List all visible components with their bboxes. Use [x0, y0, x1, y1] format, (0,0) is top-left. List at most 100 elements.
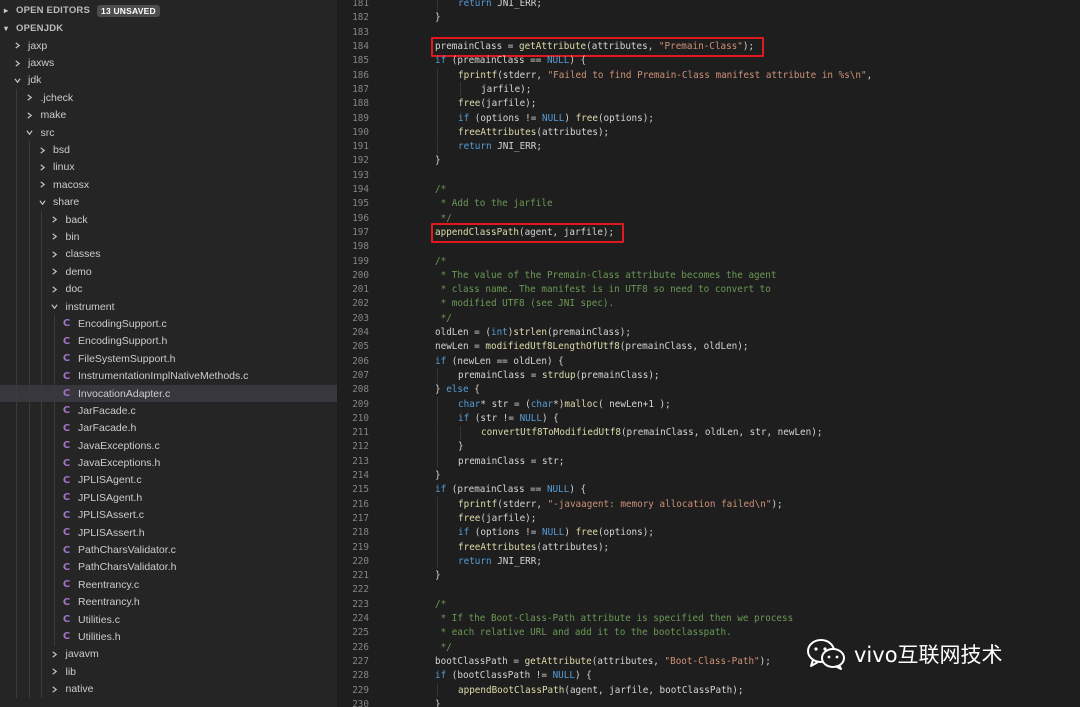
code-line[interactable]: 221}	[338, 569, 1080, 583]
folder-item[interactable]: jdk	[0, 72, 337, 89]
file-item[interactable]: C EncodingSupport.c	[0, 315, 337, 333]
folder-item[interactable]: .jcheck	[0, 89, 337, 107]
file-item[interactable]: C EncodingSupport.h	[0, 332, 337, 351]
code-line[interactable]: 200 * The value of the Premain-Class att…	[338, 268, 1080, 282]
code-line[interactable]: 203 */	[338, 311, 1080, 325]
file-item[interactable]: C Reentrancy.c	[0, 576, 337, 594]
code-line[interactable]: 213 premainClass = str;	[338, 454, 1080, 469]
folder-item[interactable]: share	[0, 193, 337, 211]
indent-guide	[28, 663, 30, 681]
code-line[interactable]: 222	[338, 583, 1080, 597]
file-item[interactable]: C PathCharsValidator.h	[0, 558, 337, 577]
file-item[interactable]: C InstrumentationImplNativeMethods.c	[0, 367, 337, 385]
folder-item[interactable]: src	[0, 123, 337, 142]
code-token: if	[435, 355, 447, 367]
indent-guide	[437, 539, 438, 555]
folder-item[interactable]: lib	[0, 663, 337, 681]
code-line[interactable]: 224 * If the Boot-Class-Path attribute i…	[338, 611, 1080, 625]
code-text: } else {	[435, 384, 480, 395]
code-line[interactable]: 219 freeAttributes(attributes);	[338, 539, 1080, 555]
code-line[interactable]: 228 if (bootClassPath != NULL) {	[338, 669, 1080, 683]
folder-item[interactable]: doc	[0, 280, 337, 298]
folder-item[interactable]: classes	[0, 245, 337, 264]
code-line[interactable]: 187 jarfile);	[338, 82, 1080, 97]
code-line[interactable]: 195 * Add to the jarfile	[338, 197, 1080, 211]
code-line[interactable]: 223 /*	[338, 597, 1080, 611]
code-line[interactable]: 220 return JNI_ERR;	[338, 554, 1080, 569]
folder-item[interactable]: back	[0, 210, 337, 229]
folder-item[interactable]: native	[0, 680, 337, 698]
code-text: /*	[435, 599, 446, 610]
file-item[interactable]: C JPLISAssert.h	[0, 523, 337, 542]
folder-item[interactable]: linux	[0, 158, 337, 177]
file-item[interactable]: C JPLISAssert.c	[0, 506, 337, 524]
code-line[interactable]: 207 premainClass = strdup(premainClass);	[338, 368, 1080, 383]
code-line[interactable]: 182}	[338, 11, 1080, 25]
code-line[interactable]: 215 if (premainClass == NULL) {	[338, 483, 1080, 497]
indent-guide	[41, 628, 42, 646]
file-item[interactable]: C JavaExceptions.h	[0, 454, 337, 472]
code-line[interactable]: 229 appendBootClassPath(agent, jarfile, b…	[338, 682, 1080, 698]
code-token: ) {	[569, 484, 587, 496]
folder-item[interactable]: bin	[0, 228, 337, 246]
code-line[interactable]: 206 if (newLen == oldLen) {	[338, 354, 1080, 368]
indent-guide	[28, 245, 30, 264]
code-line[interactable]: 202 * modified UTF8 (see JNI spec).	[338, 297, 1080, 311]
code-line[interactable]: 214}	[338, 468, 1080, 482]
code-line[interactable]: 190 freeAttributes(attributes);	[338, 125, 1080, 140]
file-item[interactable]: C InvocationAdapter.c	[0, 384, 337, 403]
code-token: {	[468, 384, 480, 396]
indent-guide	[41, 350, 42, 368]
code-line[interactable]: 205 newLen = modifiedUtf8LengthOfUtf8(pre…	[338, 340, 1080, 354]
code-line[interactable]: 208} else {	[338, 383, 1080, 397]
project-header[interactable]: ▾ OPENJDK	[0, 20, 337, 38]
code-line[interactable]: 216 fprintf(stderr, "-javaagent: memory a…	[338, 497, 1080, 512]
code-token: (attributes,	[591, 655, 665, 667]
file-item[interactable]: C FileSystemSupport.h	[0, 350, 337, 368]
folder-item[interactable]: macosx	[0, 176, 337, 194]
indent-guide	[16, 297, 17, 316]
file-item[interactable]: C Reentrancy.h	[0, 593, 337, 611]
code-line[interactable]: 210 if (str != NULL) {	[338, 411, 1080, 426]
code-line[interactable]: 209 char* str = (char*)malloc( newLen+1 )…	[338, 396, 1080, 412]
file-item[interactable]: C JPLISAgent.h	[0, 489, 337, 507]
folder-item[interactable]: instrument	[0, 297, 337, 316]
code-line[interactable]: 186 fprintf(stderr, "Failed to find Prema…	[338, 68, 1080, 83]
code-line[interactable]: 194 /*	[338, 182, 1080, 196]
file-item[interactable]: C JavaExceptions.c	[0, 436, 337, 455]
code-line[interactable]: 217 free(jarfile);	[338, 511, 1080, 526]
code-line[interactable]: 212}	[338, 439, 1080, 455]
folder-item[interactable]: bsd	[0, 141, 337, 159]
indent-guide	[28, 193, 30, 211]
code-token: )	[564, 112, 576, 124]
code-editor[interactable]: 181 return JNI_ERR; 182} 183 184 premainClass…	[338, 0, 1080, 707]
file-item[interactable]: C PathCharsValidator.c	[0, 541, 337, 559]
code-line[interactable]: 193	[338, 168, 1080, 182]
file-item[interactable]: C JarFacade.h	[0, 419, 337, 437]
indent-guide	[28, 506, 30, 524]
folder-item[interactable]: jaxp	[0, 37, 337, 54]
code-line[interactable]: 218 if (options != NULL) free(options);	[338, 525, 1080, 540]
code-line[interactable]: 191 return JNI_ERR;	[338, 139, 1080, 154]
folder-item[interactable]: demo	[0, 263, 337, 281]
code-line[interactable]: 188 free(jarfile);	[338, 96, 1080, 111]
code-line[interactable]: 204 oldLen = (int)strlen(premainClass);	[338, 325, 1080, 339]
code-line[interactable]: 230}	[338, 697, 1080, 707]
code-line[interactable]: 201 * class name. The manifest is in UTF…	[338, 283, 1080, 297]
code-line[interactable]: 211 convertUtf8ToModifiedUtf8(premainClas…	[338, 425, 1080, 440]
indent-guide	[41, 210, 42, 229]
code-line[interactable]: 199 /*	[338, 254, 1080, 268]
file-item[interactable]: C JarFacade.c	[0, 402, 337, 420]
folder-item[interactable]: javavm	[0, 645, 337, 664]
open-editors-header[interactable]: ▸ OPEN EDITORS 13 UNSAVED	[0, 2, 337, 20]
file-item[interactable]: C Utilities.h	[0, 628, 337, 646]
code-line[interactable]: 189 if (options != NULL) free(options);	[338, 110, 1080, 126]
folder-item[interactable]: jaxws	[0, 54, 337, 71]
code-line[interactable]: 185 if (premainClass == NULL) {	[338, 54, 1080, 68]
folder-item[interactable]: make	[0, 106, 337, 124]
code-line[interactable]: 198	[338, 240, 1080, 254]
code-line[interactable]: 181 return JNI_ERR;	[338, 0, 1080, 11]
code-line[interactable]: 192}	[338, 154, 1080, 168]
file-item[interactable]: C JPLISAgent.c	[0, 471, 337, 490]
file-item[interactable]: C Utilities.c	[0, 610, 337, 629]
